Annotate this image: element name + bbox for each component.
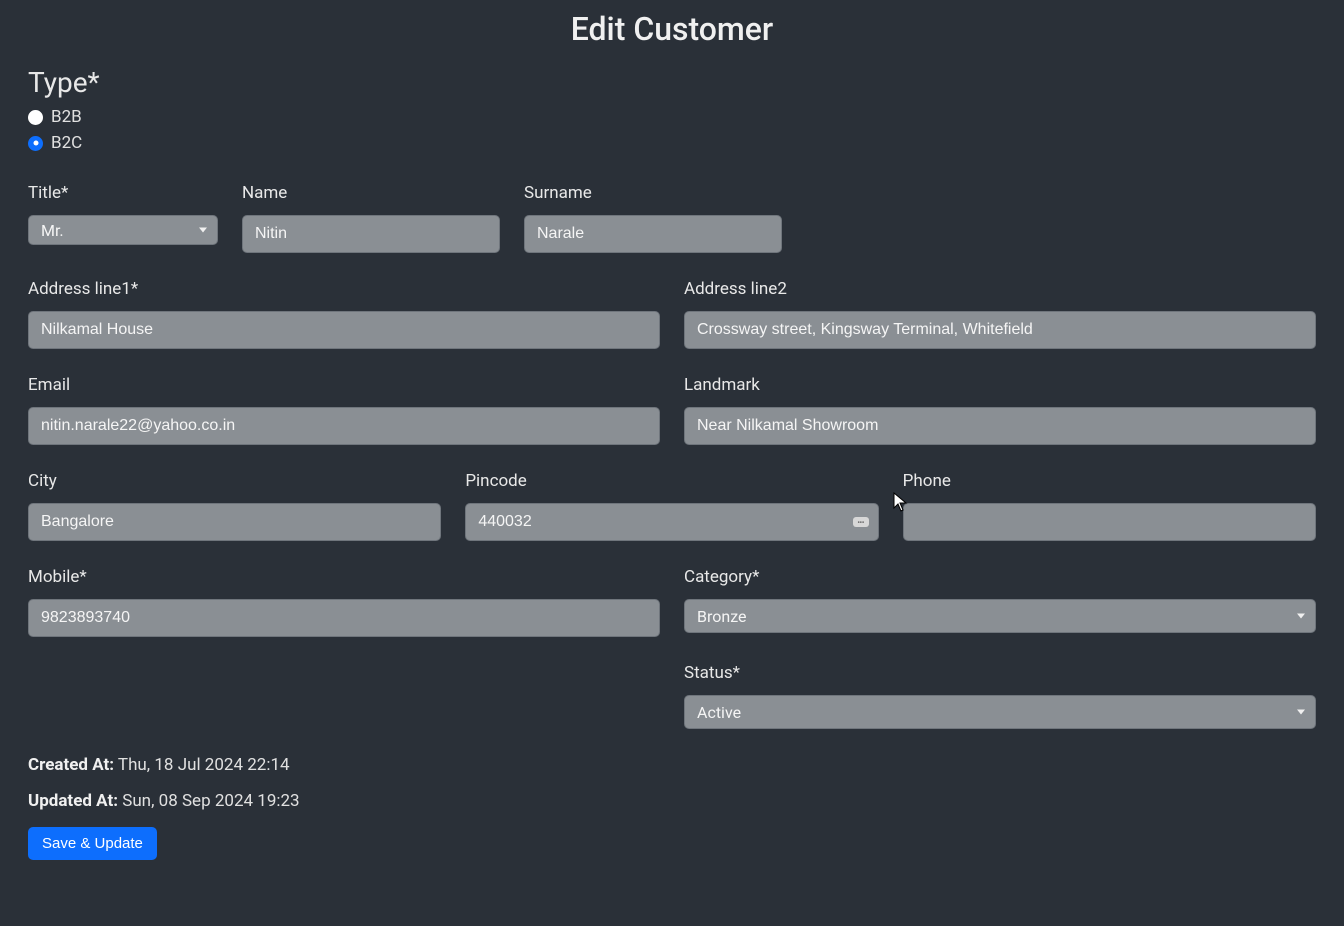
autofill-icon: •••	[853, 517, 869, 527]
landmark-label: Landmark	[684, 375, 1316, 395]
radio-b2b[interactable]: B2B	[28, 107, 1316, 127]
pincode-input[interactable]	[465, 503, 878, 541]
updated-at: Updated At: Sun, 08 Sep 2024 19:23	[28, 791, 1316, 811]
title-select[interactable]: Mr.	[28, 215, 218, 245]
email-input[interactable]	[28, 407, 660, 445]
address1-label: Address line1*	[28, 279, 660, 299]
address1-group: Address line1*	[28, 279, 660, 349]
mobile-input[interactable]	[28, 599, 660, 637]
category-select-value: Bronze	[697, 607, 747, 626]
email-label: Email	[28, 375, 660, 395]
phone-input[interactable]	[903, 503, 1316, 541]
name-input[interactable]	[242, 215, 500, 253]
city-input[interactable]	[28, 503, 441, 541]
landmark-input[interactable]	[684, 407, 1316, 445]
address1-input[interactable]	[28, 311, 660, 349]
category-label: Category*	[684, 567, 1316, 587]
radio-b2c-label: B2C	[51, 133, 82, 153]
status-select[interactable]: Active	[684, 695, 1316, 729]
surname-group: Surname	[524, 183, 782, 253]
radio-icon-unchecked	[28, 110, 43, 125]
mobile-label: Mobile*	[28, 567, 660, 587]
address2-label: Address line2	[684, 279, 1316, 299]
type-label: Type*	[28, 66, 1316, 99]
status-label: Status*	[684, 663, 1316, 683]
pincode-group: Pincode •••	[465, 471, 878, 541]
city-label: City	[28, 471, 441, 491]
radio-b2c[interactable]: B2C	[28, 133, 1316, 153]
status-group: Status* Active	[684, 663, 1316, 729]
address2-group: Address line2	[684, 279, 1316, 349]
phone-group: Phone	[903, 471, 1316, 541]
chevron-down-icon	[199, 228, 207, 233]
chevron-down-icon	[1297, 710, 1305, 715]
updated-at-value: Sun, 08 Sep 2024 19:23	[122, 791, 299, 811]
name-group: Name	[242, 183, 500, 253]
pincode-label: Pincode	[465, 471, 878, 491]
phone-label: Phone	[903, 471, 1316, 491]
surname-field-label: Surname	[524, 183, 782, 203]
category-select[interactable]: Bronze	[684, 599, 1316, 633]
created-at-value: Thu, 18 Jul 2024 22:14	[118, 755, 290, 775]
radio-b2b-label: B2B	[51, 107, 82, 127]
chevron-down-icon	[1297, 614, 1305, 619]
title-select-value: Mr.	[41, 221, 64, 240]
created-at-label: Created At:	[28, 755, 114, 775]
mobile-group: Mobile*	[28, 567, 660, 637]
updated-at-label: Updated At:	[28, 791, 118, 811]
title-field-label: Title*	[28, 183, 218, 203]
email-group: Email	[28, 375, 660, 445]
save-update-button[interactable]: Save & Update	[28, 827, 157, 860]
status-select-value: Active	[697, 703, 741, 722]
category-group: Category* Bronze	[684, 567, 1316, 637]
address2-input[interactable]	[684, 311, 1316, 349]
surname-input[interactable]	[524, 215, 782, 253]
page-title: Edit Customer	[28, 10, 1316, 48]
title-group: Title* Mr.	[28, 183, 218, 253]
type-radio-group: B2B B2C	[28, 107, 1316, 153]
landmark-group: Landmark	[684, 375, 1316, 445]
created-at: Created At: Thu, 18 Jul 2024 22:14	[28, 755, 1316, 775]
radio-icon-checked	[28, 136, 43, 151]
city-group: City	[28, 471, 441, 541]
name-field-label: Name	[242, 183, 500, 203]
